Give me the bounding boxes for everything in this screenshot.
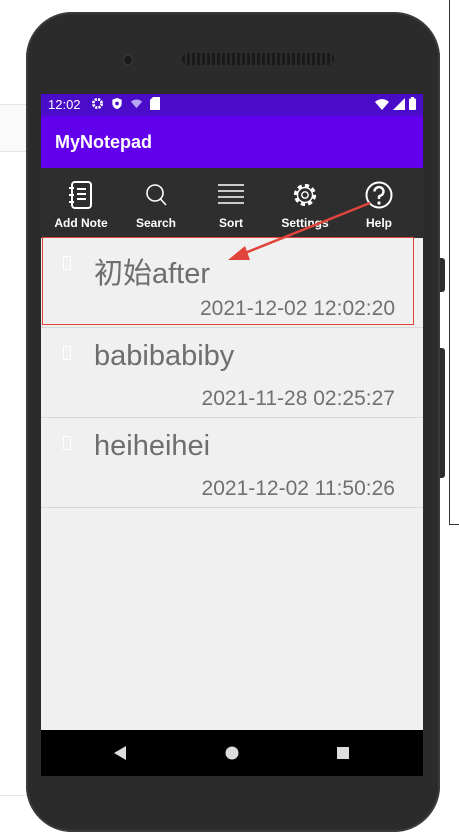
wifi-icon (375, 98, 389, 110)
home-icon[interactable] (225, 746, 239, 760)
note-title: heiheihei (94, 430, 211, 462)
search-icon (146, 184, 167, 206)
toolbar: Add Note Search Sort Settings Help (41, 168, 423, 238)
back-icon[interactable] (113, 745, 127, 761)
power-button[interactable] (440, 348, 445, 478)
shield-icon (112, 97, 122, 110)
app-bar: MyNotepad (41, 116, 423, 168)
sim-card-icon (150, 97, 160, 110)
help-button[interactable]: Help (341, 168, 417, 238)
navigation-bar (41, 730, 423, 776)
add-note-button[interactable]: Add Note (43, 168, 119, 238)
help-label: Help (365, 216, 392, 230)
status-time: 12:02 (48, 97, 81, 112)
recents-icon[interactable] (337, 747, 349, 759)
gear-icon (91, 97, 104, 110)
note-date: 2021-11-28 02:25:27 (201, 387, 395, 410)
search-button[interactable]: Search (118, 168, 194, 238)
signal-icon (393, 97, 405, 110)
gear-icon (293, 183, 317, 207)
sort-label: Sort (219, 216, 243, 230)
note-icon (63, 436, 71, 450)
earpiece-speaker (182, 53, 334, 65)
notebook-icon (69, 181, 92, 209)
front-camera (124, 56, 132, 64)
note-title: babibabiby (94, 340, 235, 372)
wifi-question-icon (130, 99, 143, 109)
annotation-highlight-box (42, 237, 414, 325)
add-note-label: Add Note (54, 216, 108, 230)
battery-icon (409, 97, 416, 110)
note-list-item[interactable]: heiheihei 2021-12-02 11:50:26 (41, 418, 423, 508)
phone-screen: 12:02 MyNotepad Add Note Search Sort Set… (41, 94, 423, 776)
sort-lines-icon (218, 184, 244, 204)
settings-button[interactable]: Settings (267, 168, 343, 238)
note-list-item[interactable]: babibabiby 2021-11-28 02:25:27 (41, 328, 423, 418)
sort-button[interactable]: Sort (193, 168, 269, 238)
note-date: 2021-12-02 11:50:26 (201, 477, 395, 500)
help-icon (365, 181, 393, 209)
side-panel-edge (449, 0, 459, 525)
volume-button[interactable] (440, 258, 445, 292)
search-label: Search (135, 216, 177, 230)
note-icon (63, 346, 71, 360)
status-bar: 12:02 (41, 94, 423, 116)
app-title: MyNotepad (55, 132, 153, 152)
settings-label: Settings (281, 216, 329, 230)
